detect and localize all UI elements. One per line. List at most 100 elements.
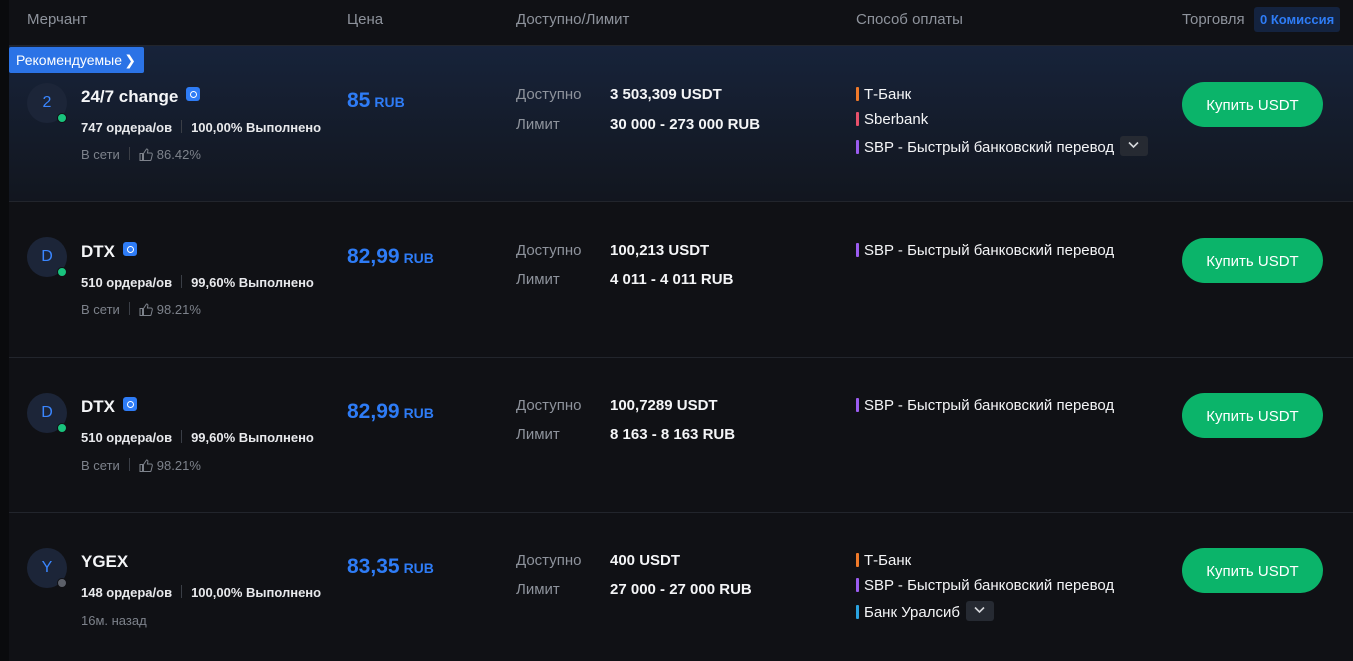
limit-value: 30 000 - 273 000 RUB [610, 116, 761, 133]
available-value: 3 503,309 USDT [610, 86, 722, 103]
payment-method: Т-Банк [856, 86, 911, 103]
positive-rating: 98.21% [156, 458, 201, 473]
payment-method: Sberbank [856, 111, 928, 128]
merchant-name-text: DTX [81, 242, 115, 261]
online-status: В сети [81, 302, 120, 317]
payment-method: SBP - Быстрый банковский перевод [856, 577, 1114, 594]
buy-usdt-button[interactable]: Купить USDT [1182, 393, 1323, 438]
merchant-name[interactable]: DTX [81, 242, 137, 262]
available-label: Доступно [516, 86, 582, 103]
verified-icon [123, 242, 137, 256]
merchant-stats: 747 ордера/ов 100,00% Выполнено [81, 120, 321, 135]
order-count: 510 ордера/ов [81, 275, 173, 290]
payment-method: Т-Банк [856, 552, 911, 569]
payment-method: SBP - Быстрый банковский перевод [856, 242, 1114, 259]
available-label: Доступно [516, 242, 582, 259]
price-currency: RUB [403, 250, 434, 266]
payment-method-label: SBP - Быстрый банковский перевод [864, 242, 1115, 259]
payment-method: SBP - Быстрый банковский перевод [856, 136, 1149, 156]
table-row: D DTX 510 ордера/ов 99,60% Выполнено В се… [9, 357, 1353, 513]
table-row: Рекомендуемые ❯ 2 24/7 change 747 ордера… [9, 46, 1353, 202]
available-value: 100,213 USDT [610, 242, 710, 259]
verified-icon [186, 87, 201, 101]
table-header: Мерчант Цена Доступно/Лимит Способ оплат… [9, 0, 1353, 46]
thumbs-up-icon [139, 148, 153, 161]
chevron-down-icon [1128, 141, 1139, 149]
order-count: 510 ордера/ов [81, 430, 173, 445]
online-status: В сети [81, 458, 120, 473]
payment-method-label: Банк Уралсиб [864, 604, 960, 621]
order-count: 747 ордера/ов [81, 120, 173, 135]
table-row: Y YGEX 148 ордера/ов 100,00% Выполнено 16… [9, 512, 1353, 661]
header-merchant: Мерчант [27, 11, 88, 28]
price-value: 85 [347, 89, 371, 112]
recommended-label: Рекомендуемые [16, 52, 122, 68]
limit-value: 4 011 - 4 011 RUB [610, 271, 734, 288]
order-count: 148 ордера/ов [81, 585, 173, 600]
header-available-limit: Доступно/Лимит [516, 11, 630, 28]
payment-method-label: Т-Банк [864, 86, 912, 103]
online-status-dot [57, 113, 67, 123]
price-value: 82,99 [347, 400, 400, 423]
buy-usdt-button[interactable]: Купить USDT [1182, 548, 1323, 593]
last-seen: 16м. назад [81, 613, 147, 628]
buy-usdt-button[interactable]: Купить USDT [1182, 238, 1323, 283]
payment-method-label: Т-Банк [864, 552, 912, 569]
verified-icon [123, 397, 137, 411]
completion-rate: 100,00% Выполнено [191, 120, 322, 135]
payment-method: SBP - Быстрый банковский перевод [856, 397, 1114, 414]
merchant-stats: 510 ордера/ов 99,60% Выполнено [81, 275, 314, 290]
merchant-status: В сети 98.21% [81, 302, 201, 317]
offline-status-dot [57, 578, 67, 588]
price: 83,35 RUB [347, 555, 434, 579]
zero-fee-badge[interactable]: 0 Комиссия [1254, 7, 1341, 32]
price: 85 RUB [347, 89, 405, 113]
payment-method: Банк Уралсиб [856, 601, 994, 621]
chevron-right-icon: ❯ [124, 52, 136, 68]
header-price: Цена [347, 11, 384, 28]
price-currency: RUB [403, 560, 434, 576]
completion-rate: 99,60% Выполнено [191, 275, 314, 290]
expand-payments-button[interactable] [1120, 136, 1149, 156]
thumbs-up-icon [139, 459, 153, 472]
merchant-name-text: 24/7 change [81, 87, 179, 106]
header-trade: Торговля [1182, 11, 1245, 28]
limit-label: Лимит [516, 271, 560, 288]
merchant-stats: 510 ордера/ов 99,60% Выполнено [81, 430, 314, 445]
left-edge [0, 0, 9, 661]
online-status: В сети [81, 147, 120, 162]
available-value: 100,7289 USDT [610, 397, 718, 414]
chevron-down-icon [974, 606, 985, 614]
completion-rate: 100,00% Выполнено [191, 585, 322, 600]
available-label: Доступно [516, 397, 582, 414]
online-status-dot [57, 423, 67, 433]
limit-label: Лимит [516, 581, 560, 598]
positive-rating: 86.42% [156, 147, 201, 162]
table-row: D DTX 510 ордера/ов 99,60% Выполнено В се… [9, 202, 1353, 358]
price-currency: RUB [403, 405, 434, 421]
completion-rate: 99,60% Выполнено [191, 430, 314, 445]
merchant-name[interactable]: 24/7 change [81, 87, 201, 107]
price-value: 82,99 [347, 245, 400, 268]
buy-usdt-button[interactable]: Купить USDT [1182, 82, 1323, 127]
merchant-name[interactable]: YGEX [81, 552, 128, 572]
merchant-name[interactable]: DTX [81, 397, 137, 417]
online-status-dot [57, 267, 67, 277]
payment-method-label: SBP - Быстрый банковский перевод [864, 139, 1115, 156]
price-value: 83,35 [347, 555, 400, 578]
merchant-status: 16м. назад [81, 613, 147, 628]
price: 82,99 RUB [347, 400, 434, 424]
thumbs-up-icon [139, 303, 153, 316]
merchant-name-text: YGEX [81, 552, 129, 571]
payment-method-label: SBP - Быстрый банковский перевод [864, 577, 1115, 594]
payment-method-label: Sberbank [864, 111, 929, 128]
price: 82,99 RUB [347, 245, 434, 269]
payment-method-label: SBP - Быстрый банковский перевод [864, 397, 1115, 414]
merchant-status: В сети 98.21% [81, 458, 201, 473]
limit-label: Лимит [516, 116, 560, 133]
merchant-status: В сети 86.42% [81, 147, 201, 162]
expand-payments-button[interactable] [965, 601, 994, 621]
limit-value: 27 000 - 27 000 RUB [610, 581, 752, 598]
header-payment-method: Способ оплаты [856, 11, 963, 28]
recommended-badge[interactable]: Рекомендуемые ❯ [9, 47, 144, 73]
